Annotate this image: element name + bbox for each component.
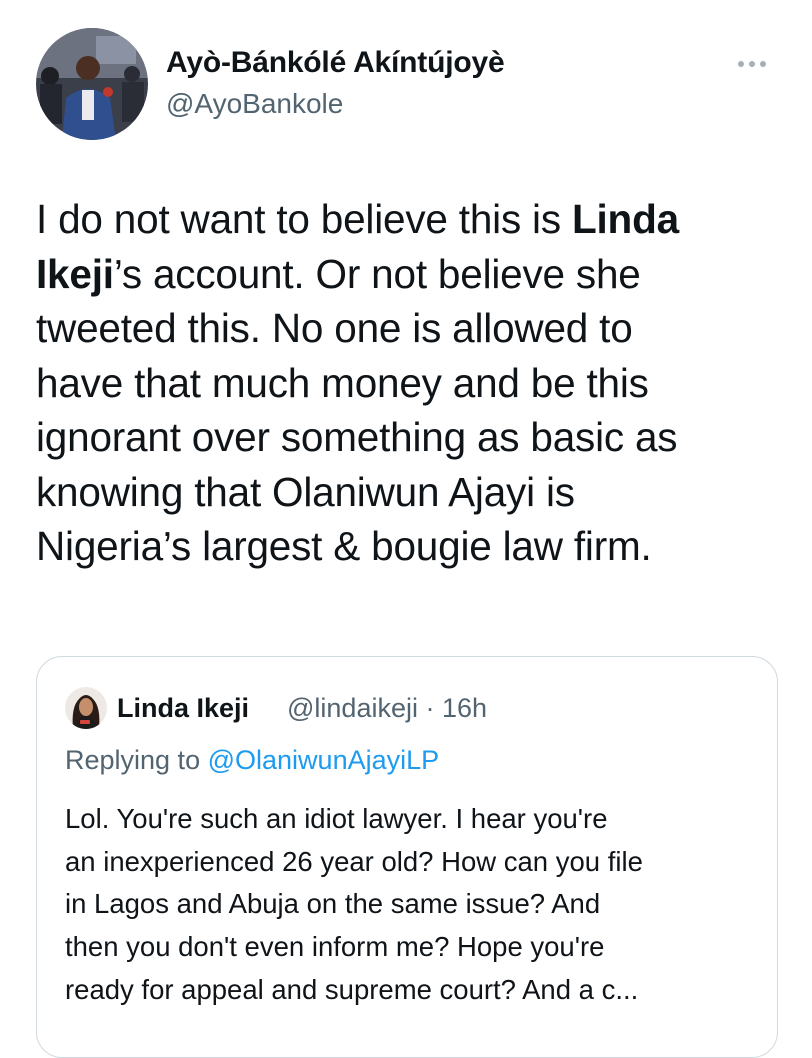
author-handle[interactable]: @AyoBankole [166,88,343,120]
more-horizontal-icon [749,61,755,67]
quoted-line: in Lagos and Abuja on the same issue? An… [65,888,601,920]
replying-to-label: Replying to [65,745,201,775]
tweet-line: tweeted this. No one is allowed to [36,305,633,351]
more-options-button[interactable] [728,52,776,76]
quoted-line: an inexperienced 26 year old? How can yo… [65,845,643,877]
bold-mention: Linda [571,196,679,242]
quoted-line: then you don't even inform me? Hope you'… [65,931,605,963]
tweet-line: ignorant over something as basic as [36,414,678,460]
author-name[interactable]: Ayò-Bánkólé Akíntújoyè [166,46,505,80]
tweet-line: I do not want to believe this is Linda [36,196,679,242]
quoted-line: Lol. You're such an idiot lawyer. I hear… [65,803,608,834]
quoted-author-avatar[interactable] [65,687,107,729]
bold-mention: Ikeji [36,250,114,297]
tweet-text: I do not want to believe this is Linda I… [36,192,784,574]
quoted-author-handle-time[interactable]: @lindaikeji · 16h [287,693,487,724]
replying-to: Replying to @OlaniwunAjayiLP [65,745,439,776]
quoted-author-name[interactable]: Linda Ikeji [117,693,249,724]
tweet-line: knowing that Olaniwun Ajayi is [36,468,575,515]
tweet-line: Nigeria’s largest & bougie law firm. [36,523,652,569]
tweet-line: have that much money and be this [36,359,649,406]
more-horizontal-icon [738,61,744,67]
tweet-line: Ikeji’s account. Or not believe she [36,250,641,297]
more-horizontal-icon [760,61,766,67]
quoted-tweet-card[interactable]: Linda Ikeji @lindaikeji · 16h Replying t… [36,656,778,1058]
replying-to-handle-link[interactable]: @OlaniwunAjayiLP [208,745,440,775]
quoted-tweet-text: Lol. You're such an idiot lawyer. I hear… [65,798,765,1012]
author-avatar[interactable] [36,28,148,140]
quoted-line: ready for appeal and supreme court? And … [65,973,639,1005]
